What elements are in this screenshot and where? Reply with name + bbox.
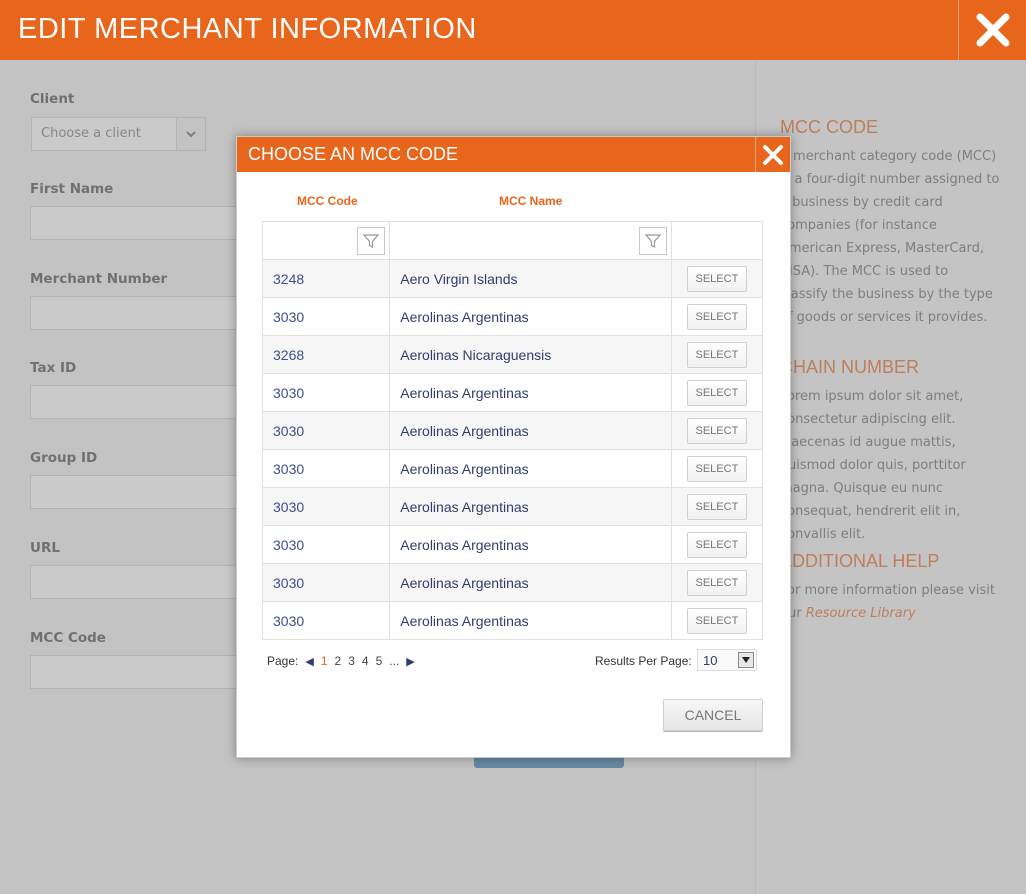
mcc-code-modal: CHOOSE AN MCC CODE MCC Code MCC Name 324… bbox=[236, 136, 791, 758]
select-button[interactable]: SELECT bbox=[686, 341, 747, 368]
pager-prev-button[interactable]: ◀ bbox=[305, 655, 313, 668]
action-cell: SELECT bbox=[670, 563, 764, 602]
table-row: 3030 Aerolinas Argentinas SELECT bbox=[261, 563, 764, 602]
table-row: 3030 Aerolinas Argentinas SELECT bbox=[261, 373, 764, 412]
mcc-name-cell: Aerolinas Nicaraguensis bbox=[389, 335, 672, 374]
mcc-name-cell: Aero Virgin Islands bbox=[389, 259, 672, 298]
mcc-name-cell: Aerolinas Argentinas bbox=[389, 525, 672, 564]
pagination: Page: ◀ 1 2 3 4 5 ... ▶ bbox=[267, 654, 422, 668]
mcc-code-cell: 3248 bbox=[261, 259, 391, 298]
filter-name-button[interactable] bbox=[638, 227, 667, 255]
pager-next-button[interactable]: ▶ bbox=[406, 655, 414, 668]
results-per-page-value: 10 bbox=[703, 653, 718, 668]
results-per-page-label: Results Per Page: bbox=[595, 654, 692, 668]
mcc-code-cell: 3030 bbox=[261, 525, 391, 564]
mcc-name-cell: Aerolinas Argentinas bbox=[389, 601, 672, 640]
mcc-code-cell: 3030 bbox=[261, 411, 391, 450]
mcc-grid: 3248 Aero Virgin Islands SELECT 3030 Aerolin… bbox=[261, 221, 764, 640]
select-button[interactable]: SELECT bbox=[686, 569, 747, 596]
table-row: 3030 Aerolinas Argentinas SELECT bbox=[261, 601, 764, 640]
action-cell: SELECT bbox=[670, 487, 764, 526]
action-cell: SELECT bbox=[670, 335, 764, 374]
action-cell: SELECT bbox=[670, 373, 764, 412]
mcc-code-cell: 3030 bbox=[261, 487, 391, 526]
action-cell: SELECT bbox=[670, 449, 764, 488]
action-cell: SELECT bbox=[670, 297, 764, 336]
mcc-name-cell: Aerolinas Argentinas bbox=[389, 449, 672, 488]
column-header-mcc-code[interactable]: MCC Code bbox=[297, 194, 358, 208]
action-cell: SELECT bbox=[670, 259, 764, 298]
pager-page-2[interactable]: 2 bbox=[335, 654, 342, 668]
table-row: 3030 Aerolinas Argentinas SELECT bbox=[261, 297, 764, 336]
select-button[interactable]: SELECT bbox=[686, 417, 747, 444]
page-close-button[interactable] bbox=[958, 0, 1026, 60]
column-header-mcc-name[interactable]: MCC Name bbox=[499, 194, 562, 208]
mcc-code-cell: 3030 bbox=[261, 297, 391, 336]
modal-header: CHOOSE AN MCC CODE bbox=[237, 137, 790, 172]
table-row: 3030 Aerolinas Argentinas SELECT bbox=[261, 487, 764, 526]
action-cell: SELECT bbox=[670, 411, 764, 450]
mcc-code-cell: 3030 bbox=[261, 373, 391, 412]
mcc-code-cell: 3030 bbox=[261, 449, 391, 488]
mcc-name-cell: Aerolinas Argentinas bbox=[389, 297, 672, 336]
filter-cell-code bbox=[261, 221, 391, 260]
mcc-name-cell: Aerolinas Argentinas bbox=[389, 487, 672, 526]
modal-close-button[interactable] bbox=[755, 137, 790, 172]
pager-page-5[interactable]: 5 bbox=[376, 654, 383, 668]
filter-code-button[interactable] bbox=[357, 227, 386, 255]
mcc-code-cell: 3030 bbox=[261, 601, 391, 640]
action-cell: SELECT bbox=[670, 525, 764, 564]
filter-icon bbox=[363, 234, 380, 248]
filter-icon bbox=[644, 234, 661, 248]
filter-row bbox=[261, 221, 764, 260]
pager-page-3[interactable]: 3 bbox=[348, 654, 355, 668]
mcc-name-cell: Aerolinas Argentinas bbox=[389, 563, 672, 602]
cancel-button[interactable]: CANCEL bbox=[663, 699, 763, 731]
table-row: 3030 Aerolinas Argentinas SELECT bbox=[261, 449, 764, 488]
modal-title: CHOOSE AN MCC CODE bbox=[248, 144, 459, 164]
action-cell: SELECT bbox=[670, 601, 764, 640]
pager-ellipsis[interactable]: ... bbox=[389, 654, 399, 668]
mcc-code-cell: 3268 bbox=[261, 335, 391, 374]
pager-page-4[interactable]: 4 bbox=[362, 654, 369, 668]
select-button[interactable]: SELECT bbox=[686, 607, 747, 634]
filter-cell-action bbox=[670, 221, 764, 260]
pager-page-1[interactable]: 1 bbox=[321, 654, 328, 668]
mcc-code-cell: 3030 bbox=[261, 563, 391, 602]
table-row: 3030 Aerolinas Argentinas SELECT bbox=[261, 525, 764, 564]
triangle-down-icon bbox=[738, 652, 754, 668]
select-button[interactable]: SELECT bbox=[686, 379, 747, 406]
page-header: EDIT MERCHANT INFORMATION bbox=[0, 0, 1026, 60]
filter-cell-name bbox=[389, 221, 672, 260]
select-button[interactable]: SELECT bbox=[686, 493, 747, 520]
page-title: EDIT MERCHANT INFORMATION bbox=[18, 13, 477, 45]
select-button[interactable]: SELECT bbox=[686, 455, 747, 482]
close-icon bbox=[976, 13, 1009, 47]
mcc-name-cell: Aerolinas Argentinas bbox=[389, 411, 672, 450]
table-row: 3030 Aerolinas Argentinas SELECT bbox=[261, 411, 764, 450]
close-icon bbox=[763, 144, 783, 165]
pager-label: Page: bbox=[267, 654, 299, 668]
select-button[interactable]: SELECT bbox=[686, 265, 747, 292]
table-row: 3268 Aerolinas Nicaraguensis SELECT bbox=[261, 335, 764, 374]
results-per-page-select[interactable]: 10 bbox=[697, 649, 757, 671]
select-button[interactable]: SELECT bbox=[686, 531, 747, 558]
mcc-name-cell: Aerolinas Argentinas bbox=[389, 373, 672, 412]
table-row: 3248 Aero Virgin Islands SELECT bbox=[261, 259, 764, 298]
select-button[interactable]: SELECT bbox=[686, 303, 747, 330]
